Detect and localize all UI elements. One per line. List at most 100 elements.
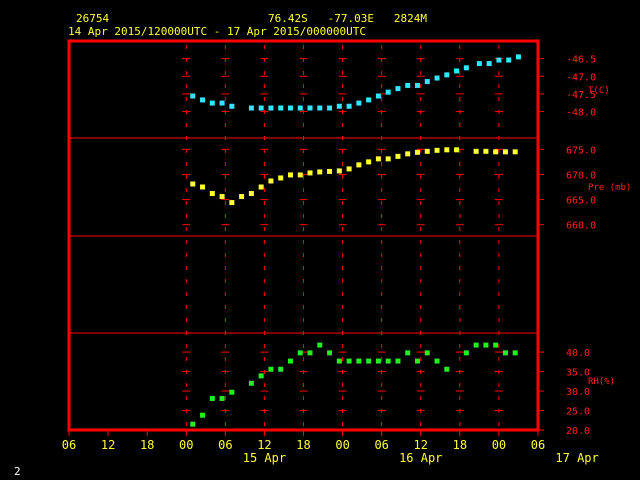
pressure-point [219, 194, 225, 200]
pressure-point [493, 149, 499, 155]
rh-point [307, 350, 313, 356]
pressure-point [346, 166, 352, 172]
rh-point [414, 358, 420, 364]
temperature-point [424, 79, 430, 85]
temperature-point [327, 105, 333, 111]
x-tick-label: 18 [140, 438, 154, 452]
x-date-label: 15 Apr [243, 451, 286, 465]
rh-point [287, 358, 293, 364]
rh-point [229, 389, 235, 395]
pressure-point [248, 191, 254, 197]
y-tick-label: -46.5 [566, 55, 596, 66]
temperature-point [366, 97, 372, 103]
temperature-point [287, 105, 293, 111]
pressure-point [278, 175, 284, 181]
temperature-point [346, 103, 352, 109]
pressure-point [366, 159, 372, 165]
rh-point [512, 350, 518, 356]
temperature-point [248, 105, 254, 111]
rh-point [297, 350, 303, 356]
temperature-point [190, 93, 196, 99]
rh-point [434, 358, 440, 364]
temperature-point [434, 75, 440, 81]
temperature-point [395, 86, 401, 92]
x-date-label: 17 Apr [555, 451, 598, 465]
rh-point [366, 358, 372, 364]
y-tick-label: 660.0 [566, 221, 596, 232]
pressure-point [327, 168, 333, 174]
temperature-point [229, 103, 235, 109]
x-tick-label: 06 [62, 438, 76, 452]
y-tick-label: 20.0 [566, 426, 590, 437]
x-tick-label: 00 [335, 438, 349, 452]
temperature-point [405, 82, 411, 88]
temperature-point [200, 97, 206, 103]
rh-point [405, 350, 411, 356]
rh-point [356, 358, 362, 364]
rh-point [346, 358, 352, 364]
temperature-point [506, 57, 512, 63]
rh-point [424, 350, 430, 356]
y-tick-label: -47.0 [566, 72, 596, 83]
temperature-point [268, 105, 274, 111]
temperature-point [385, 89, 391, 95]
x-date-label: 16 Apr [399, 451, 442, 465]
rh-point [502, 350, 508, 356]
rh-point [483, 342, 489, 348]
pressure-point [385, 156, 391, 162]
x-tick-label: 12 [257, 438, 271, 452]
y-tick-label: 25.0 [566, 407, 590, 418]
temperature-point [486, 61, 492, 67]
pressure-point [268, 178, 274, 184]
pressure-point [239, 194, 245, 200]
rh-point [248, 380, 254, 386]
pressure-point [473, 148, 479, 154]
pressure-point [209, 191, 215, 197]
temperature-point [307, 105, 313, 111]
rh-point [463, 350, 469, 356]
meteogram-chart: -46.5-47.0-47.5-48.0T(C)675.0670.0665.06… [62, 39, 631, 465]
temperature-point [454, 68, 460, 74]
temperature-point [336, 103, 342, 109]
rh-point [336, 358, 342, 364]
rh-point [209, 395, 215, 401]
pressure-point [395, 153, 401, 159]
pressure-point [502, 149, 508, 155]
rh-point [268, 366, 274, 372]
rh-point [395, 358, 401, 364]
rh-point [327, 350, 333, 356]
temperature-point [219, 100, 225, 106]
x-tick-label: 06 [218, 438, 232, 452]
temperature-point [476, 61, 482, 67]
y-tick-label: 665.0 [566, 196, 596, 207]
rh-point [200, 412, 206, 418]
rh-point [317, 342, 323, 348]
pressure-point [258, 184, 264, 190]
rh-point [385, 358, 391, 364]
x-tick-label: 00 [492, 438, 506, 452]
pressure-point [190, 181, 196, 187]
pressure-point [229, 200, 235, 206]
y-tick-label: 670.0 [566, 170, 596, 181]
y-tick-label: -48.0 [566, 108, 596, 119]
pressure-point [512, 149, 518, 155]
rh-point [278, 366, 284, 372]
pressure-point [414, 149, 420, 155]
y-tick-label: 675.0 [566, 145, 596, 156]
series-label-rh: RH(%) [588, 377, 615, 387]
pressure-point [317, 169, 323, 175]
pressure-point [200, 184, 206, 190]
rh-point [473, 342, 479, 348]
x-tick-label: 06 [531, 438, 545, 452]
series-label-pressure: Pre (mb) [588, 183, 631, 193]
rh-point [375, 358, 381, 364]
temperature-point [317, 105, 323, 111]
temperature-point [414, 82, 420, 88]
rh-point [258, 373, 264, 379]
rh-point [219, 395, 225, 401]
x-tick-label: 12 [414, 438, 428, 452]
series-label-temperature: T(C) [588, 86, 610, 96]
rh-point [493, 342, 499, 348]
x-tick-label: 18 [453, 438, 467, 452]
temperature-point [297, 105, 303, 111]
